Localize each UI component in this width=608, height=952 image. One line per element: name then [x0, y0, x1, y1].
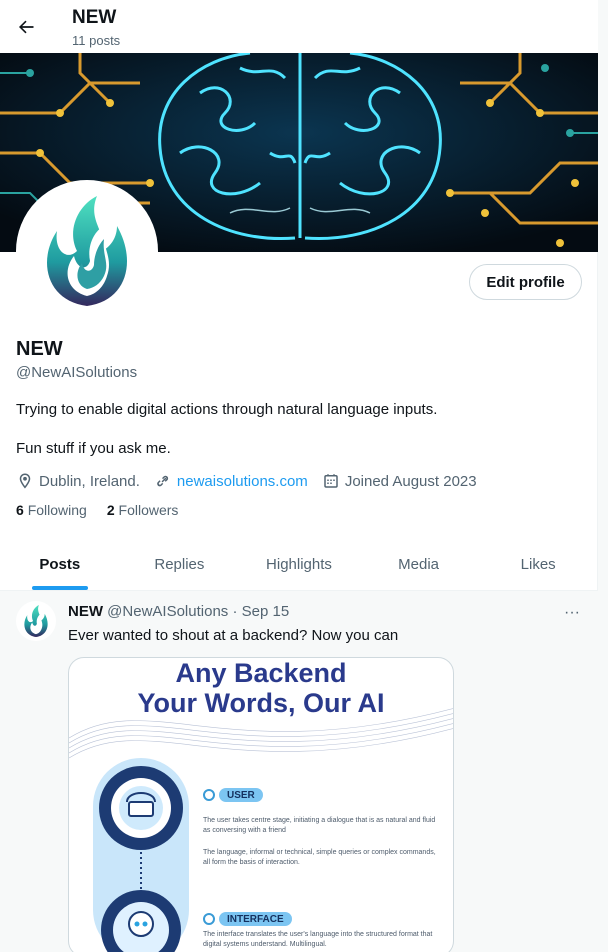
follow-counts: 6 Following 2 Followers: [16, 502, 198, 518]
active-tab-indicator: [31, 586, 88, 590]
profile-meta: Dublin, Ireland. newaisolutions.com Join…: [16, 471, 491, 491]
tab-label: Likes: [520, 555, 556, 573]
bullet-ring: [203, 913, 215, 925]
post-date[interactable]: Sep 15: [242, 603, 290, 620]
user-pill: USER: [219, 788, 263, 802]
more-dots-icon: ···: [564, 604, 580, 621]
location-pin-icon: [19, 473, 31, 489]
media-title-line-1: Any Backend: [175, 658, 347, 688]
page-title: NEW: [72, 7, 117, 28]
tab-label: Media: [398, 555, 439, 573]
post-item[interactable]: NEW @NewAISolutions · Sep 15 ··· Ever wa…: [0, 591, 598, 952]
followers-count: 2: [106, 502, 115, 518]
post-author[interactable]: NEW: [68, 603, 103, 620]
location-text: Dublin, Ireland.: [39, 472, 140, 490]
tab-label: Posts: [39, 555, 81, 573]
back-button[interactable]: [12, 13, 40, 41]
tab-replies[interactable]: Replies: [120, 538, 240, 590]
flame-logo-icon: [47, 196, 127, 306]
followers-link[interactable]: 2 Followers: [107, 502, 179, 518]
infographic-column: [93, 758, 189, 952]
arrow-left-icon: [19, 20, 34, 34]
user-description-2: The language, informal or technical, sim…: [203, 849, 436, 866]
website: newaisolutions.com: [154, 472, 308, 490]
post-header: NEW @NewAISolutions · Sep 15: [68, 603, 289, 620]
edit-profile-button[interactable]: Edit profile: [469, 264, 582, 300]
location: Dublin, Ireland.: [16, 472, 140, 490]
post-count: 11 posts: [72, 33, 121, 48]
following-link[interactable]: 6 Following: [16, 502, 87, 518]
tab-media[interactable]: Media: [359, 538, 479, 590]
profile-handle: @NewAISolutions: [16, 364, 138, 381]
joined: Joined August 2023: [322, 472, 477, 490]
post-media-image[interactable]: Any Backend Your Words, Our AI USER The …: [68, 657, 454, 952]
profile-page: NEW 11 posts Edit profile NEW @NewAISolu…: [0, 0, 598, 952]
interface-description: The interface translates the user's lang…: [203, 931, 433, 948]
tab-highlights[interactable]: Highlights: [239, 538, 359, 590]
website-link[interactable]: newaisolutions.com: [177, 473, 308, 490]
user-description-1: The user takes centre stage, initiating …: [203, 817, 436, 834]
post-avatar[interactable]: [16, 601, 56, 641]
following-count: 6: [16, 502, 24, 518]
bio-line-2: Fun stuff if you ask me.: [16, 440, 171, 457]
more-options-button[interactable]: ···: [560, 603, 584, 623]
profile-name: NEW: [16, 338, 63, 360]
calendar-icon: [324, 474, 338, 488]
tab-likes[interactable]: Likes: [478, 538, 598, 590]
tab-label: Highlights: [266, 555, 332, 573]
joined-text: Joined August 2023: [344, 472, 477, 490]
following-label: Following: [27, 502, 87, 518]
profile-tabs: Posts Replies Highlights Media Likes: [0, 538, 598, 591]
tab-label: Replies: [154, 555, 205, 573]
tab-posts[interactable]: Posts: [0, 538, 120, 590]
scrollbar[interactable]: [598, 0, 608, 952]
post-handle[interactable]: @NewAISolutions: [107, 603, 228, 620]
link-icon: [157, 475, 169, 487]
top-bar: NEW 11 posts: [0, 0, 598, 53]
bullet-ring: [203, 789, 215, 801]
interface-pill: INTERFACE: [219, 912, 292, 926]
followers-label: Followers: [118, 502, 179, 518]
post-text: Ever wanted to shout at a backend? Now y…: [68, 627, 399, 644]
media-title-line-2: Your Words, Our AI: [137, 688, 385, 718]
bio-line-1: Trying to enable digital actions through…: [16, 401, 438, 418]
flame-logo-icon: [24, 605, 48, 637]
profile-avatar[interactable]: [16, 180, 158, 322]
post-separator: ·: [232, 603, 238, 620]
